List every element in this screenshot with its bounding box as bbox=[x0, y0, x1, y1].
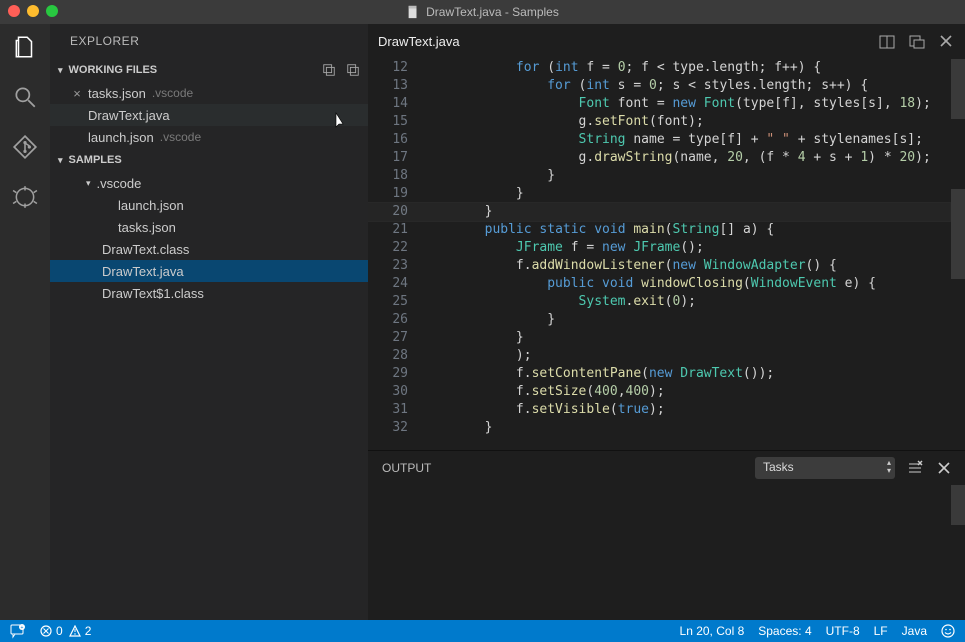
activity-bar bbox=[0, 24, 50, 620]
file-tasks.json[interactable]: tasks.json bbox=[50, 216, 368, 238]
window-controls bbox=[8, 5, 58, 17]
working-files-header[interactable]: ▾ WORKING FILES bbox=[50, 58, 368, 82]
search-icon[interactable] bbox=[12, 84, 38, 110]
working-files-label: WORKING FILES bbox=[69, 64, 158, 76]
tab-label: DrawText.java bbox=[378, 34, 460, 49]
scrollbar[interactable] bbox=[951, 485, 965, 525]
file-icon bbox=[406, 5, 420, 19]
close-window-button[interactable] bbox=[8, 5, 20, 17]
minimap[interactable] bbox=[950, 59, 965, 450]
output-panel: OUTPUT Tasks ▴▾ bbox=[368, 450, 965, 620]
line-numbers: 1213141516171819202122232425262728293031… bbox=[368, 59, 422, 450]
save-all-icon[interactable] bbox=[322, 63, 336, 77]
output-channel-select[interactable]: Tasks ▴▾ bbox=[755, 457, 895, 479]
indentation[interactable]: Spaces: 4 bbox=[758, 624, 811, 638]
file-meta: .vscode bbox=[160, 130, 201, 144]
chevron-down-icon: ▾ bbox=[58, 65, 63, 76]
explorer-panel: EXPLORER ▾ WORKING FILES × tasks.json .vsc… bbox=[50, 24, 368, 620]
svg-text:+: + bbox=[21, 625, 24, 631]
tab-drawtext[interactable]: DrawText.java bbox=[368, 24, 470, 59]
git-icon[interactable] bbox=[12, 134, 38, 160]
close-editor-icon[interactable] bbox=[939, 34, 953, 48]
explorer-title: EXPLORER bbox=[50, 24, 368, 58]
language-mode[interactable]: Java bbox=[902, 624, 927, 638]
warnings-count[interactable]: 2 bbox=[69, 624, 92, 638]
code-area[interactable]: for (int f = 0; f < type.length; f++) { … bbox=[422, 59, 950, 450]
clear-output-icon[interactable] bbox=[907, 460, 923, 476]
explorer-icon[interactable] bbox=[12, 34, 38, 60]
minimize-window-button[interactable] bbox=[27, 5, 39, 17]
feedback-icon[interactable]: + bbox=[10, 623, 26, 639]
folder-label: .vscode bbox=[97, 176, 142, 191]
code-editor[interactable]: 1213141516171819202122232425262728293031… bbox=[368, 59, 965, 450]
file-DrawText.class[interactable]: DrawText.class bbox=[50, 238, 368, 260]
file-meta: .vscode bbox=[152, 86, 193, 100]
close-panel-icon[interactable] bbox=[937, 461, 951, 475]
split-editor-icon[interactable] bbox=[879, 34, 895, 50]
chevron-down-icon: ▾ bbox=[58, 155, 63, 166]
working-file-DrawText.java[interactable]: DrawText.java bbox=[50, 104, 368, 126]
cursor-position[interactable]: Ln 20, Col 8 bbox=[680, 624, 745, 638]
zoom-window-button[interactable] bbox=[46, 5, 58, 17]
output-label: OUTPUT bbox=[382, 461, 431, 475]
folder-vscode[interactable]: ▾ .vscode bbox=[50, 172, 368, 194]
samples-header[interactable]: ▾ SAMPLES bbox=[50, 148, 368, 172]
editor-tabs: DrawText.java bbox=[368, 24, 965, 59]
eol[interactable]: LF bbox=[874, 624, 888, 638]
file-label: tasks.json bbox=[88, 86, 146, 101]
chevron-down-icon: ▾ bbox=[86, 178, 91, 189]
close-file-icon[interactable]: × bbox=[70, 86, 84, 101]
editor-group: DrawText.java 12131415161718192021222324… bbox=[368, 24, 965, 620]
debug-icon[interactable] bbox=[12, 184, 38, 210]
errors-count[interactable]: 0 bbox=[40, 624, 63, 638]
file-DrawText.java[interactable]: DrawText.java bbox=[50, 260, 368, 282]
encoding[interactable]: UTF-8 bbox=[826, 624, 860, 638]
working-file-tasks.json[interactable]: × tasks.json .vscode bbox=[50, 82, 368, 104]
more-icon[interactable] bbox=[909, 34, 925, 50]
smiley-icon[interactable] bbox=[941, 624, 955, 638]
working-file-launch.json[interactable]: launch.json .vscode bbox=[50, 126, 368, 148]
status-bar: + 0 2 Ln 20, Col 8 Spaces: 4 UTF-8 LF Ja… bbox=[0, 620, 965, 642]
close-all-icon[interactable] bbox=[346, 63, 360, 77]
window-title: DrawText.java - Samples bbox=[406, 5, 559, 19]
output-body[interactable] bbox=[368, 485, 965, 620]
file-launch.json[interactable]: launch.json bbox=[50, 194, 368, 216]
samples-label: SAMPLES bbox=[69, 154, 122, 166]
file-label: DrawText.java bbox=[88, 108, 170, 123]
file-DrawText$1.class[interactable]: DrawText$1.class bbox=[50, 282, 368, 304]
file-label: launch.json bbox=[88, 130, 154, 145]
titlebar: DrawText.java - Samples bbox=[0, 0, 965, 24]
